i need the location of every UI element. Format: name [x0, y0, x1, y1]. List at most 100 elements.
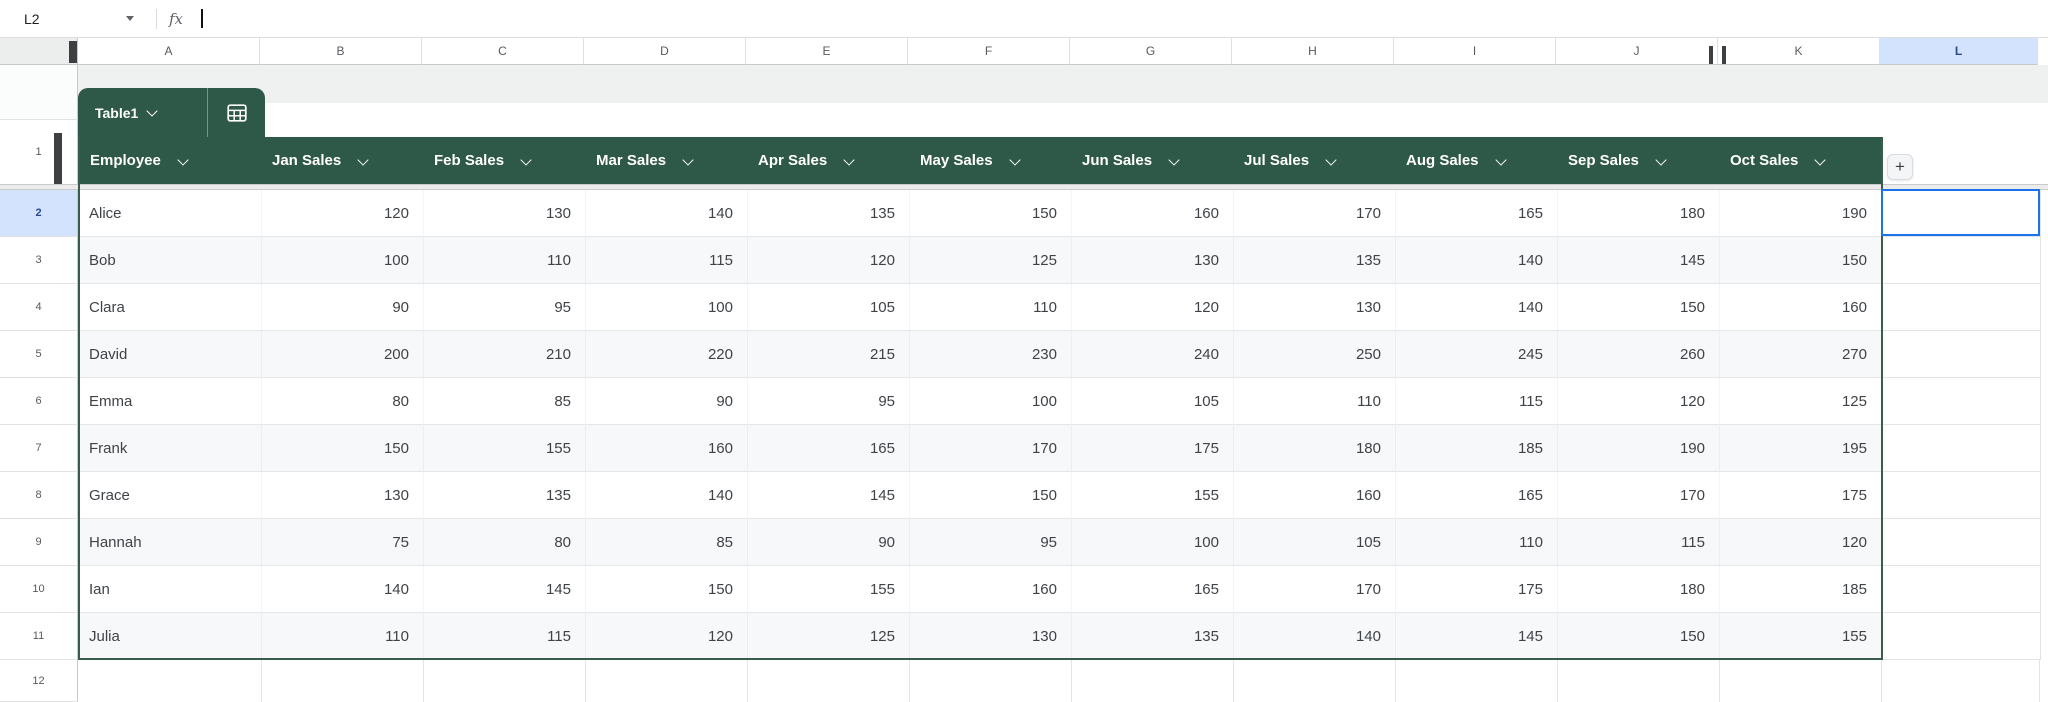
table-name-menu[interactable]: Table1 — [78, 88, 207, 137]
column-header-C[interactable]: C — [422, 38, 584, 65]
cell-aug-sales[interactable]: 140 — [1396, 284, 1558, 331]
column-header-J[interactable]: J — [1556, 38, 1718, 65]
cell-sep-sales[interactable]: 260 — [1558, 331, 1720, 378]
name-box[interactable]: L2 — [0, 0, 140, 37]
row-header-8[interactable]: 8 — [0, 472, 78, 519]
row-header-4[interactable]: 4 — [0, 284, 78, 331]
cell-employee[interactable]: Frank — [78, 425, 262, 472]
column-header-G[interactable]: G — [1070, 38, 1232, 65]
cell-may-sales[interactable]: 125 — [910, 237, 1072, 284]
row-header-3[interactable]: 3 — [0, 237, 78, 284]
cell-L6[interactable] — [1883, 378, 2041, 425]
cell-aug-sales[interactable]: 140 — [1396, 237, 1558, 284]
chevron-down-icon[interactable] — [1008, 153, 1021, 166]
cell-may-sales[interactable]: 160 — [910, 566, 1072, 613]
cell-may-sales[interactable]: 110 — [910, 284, 1072, 331]
chevron-down-icon[interactable] — [1168, 153, 1180, 166]
chevron-down-icon[interactable] — [843, 153, 855, 166]
cell-mar-sales[interactable]: 120 — [586, 613, 748, 660]
cell-apr-sales[interactable]: 90 — [748, 519, 910, 566]
column-header-A[interactable]: A — [78, 38, 260, 65]
cell-feb-sales[interactable]: 110 — [424, 237, 586, 284]
frozen-row-handle[interactable] — [54, 133, 62, 184]
cell-sep-sales[interactable]: 180 — [1558, 190, 1720, 237]
cell-jan-sales[interactable]: 80 — [262, 378, 424, 425]
cell-jul-sales[interactable]: 170 — [1234, 566, 1396, 613]
chevron-down-icon[interactable] — [1325, 153, 1337, 166]
table-column-header-jun-sales[interactable]: Jun Sales — [1072, 137, 1234, 184]
corner-box[interactable] — [0, 38, 78, 65]
cell-jun-sales[interactable]: 135 — [1072, 613, 1234, 660]
cell-row12[interactable] — [78, 660, 262, 702]
row-header-5[interactable]: 5 — [0, 331, 78, 378]
cell-L2[interactable] — [1883, 190, 2041, 237]
cell-may-sales[interactable]: 150 — [910, 472, 1072, 519]
column-header-K[interactable]: K — [1718, 38, 1880, 65]
cell-jan-sales[interactable]: 100 — [262, 237, 424, 284]
add-column-button[interactable]: + — [1887, 154, 1913, 180]
cell-aug-sales[interactable]: 165 — [1396, 190, 1558, 237]
cell-row12[interactable] — [910, 660, 1072, 702]
table-column-header-mar-sales[interactable]: Mar Sales — [586, 137, 748, 184]
cell-may-sales[interactable]: 95 — [910, 519, 1072, 566]
table-name-chip[interactable]: Table1 — [78, 88, 265, 137]
chevron-down-icon[interactable] — [682, 153, 694, 166]
cell-oct-sales[interactable]: 270 — [1720, 331, 1882, 378]
cell-employee[interactable]: Hannah — [78, 519, 262, 566]
cell-sep-sales[interactable]: 145 — [1558, 237, 1720, 284]
cell-feb-sales[interactable]: 155 — [424, 425, 586, 472]
cell-mar-sales[interactable]: 150 — [586, 566, 748, 613]
cell-L9[interactable] — [1883, 519, 2041, 566]
cell-row12[interactable] — [1558, 660, 1720, 702]
cell-oct-sales[interactable]: 155 — [1720, 613, 1882, 660]
cell-apr-sales[interactable]: 95 — [748, 378, 910, 425]
cell-apr-sales[interactable]: 155 — [748, 566, 910, 613]
cell-jun-sales[interactable]: 160 — [1072, 190, 1234, 237]
cell-sep-sales[interactable]: 180 — [1558, 566, 1720, 613]
cell-jul-sales[interactable]: 105 — [1234, 519, 1396, 566]
cell-apr-sales[interactable]: 145 — [748, 472, 910, 519]
cell-jul-sales[interactable]: 110 — [1234, 378, 1396, 425]
row-header-2[interactable]: 2 — [0, 190, 78, 237]
cell-jun-sales[interactable]: 105 — [1072, 378, 1234, 425]
cell-feb-sales[interactable]: 135 — [424, 472, 586, 519]
cell-mar-sales[interactable]: 115 — [586, 237, 748, 284]
cell-mar-sales[interactable]: 100 — [586, 284, 748, 331]
row-header-11[interactable]: 11 — [0, 613, 78, 660]
cell-row12[interactable] — [1720, 660, 1882, 702]
chevron-down-icon[interactable] — [1494, 153, 1507, 166]
cell-L8[interactable] — [1883, 472, 2041, 519]
cell-jul-sales[interactable]: 170 — [1234, 190, 1396, 237]
name-box-dropdown-icon[interactable] — [126, 16, 134, 21]
frozen-column-handle[interactable] — [69, 41, 77, 63]
cell-aug-sales[interactable]: 165 — [1396, 472, 1558, 519]
cell-sep-sales[interactable]: 115 — [1558, 519, 1720, 566]
cell-row12[interactable] — [1072, 660, 1234, 702]
cell-jun-sales[interactable]: 165 — [1072, 566, 1234, 613]
table-column-header-jan-sales[interactable]: Jan Sales — [262, 137, 424, 184]
cell-L10[interactable] — [1883, 566, 2041, 613]
cell-oct-sales[interactable]: 185 — [1720, 566, 1882, 613]
cell-row12[interactable] — [1234, 660, 1396, 702]
cell-jan-sales[interactable]: 75 — [262, 519, 424, 566]
cell-feb-sales[interactable]: 145 — [424, 566, 586, 613]
cell-row12[interactable] — [1882, 660, 2040, 702]
cell-may-sales[interactable]: 230 — [910, 331, 1072, 378]
cell-jul-sales[interactable]: 250 — [1234, 331, 1396, 378]
cell-oct-sales[interactable]: 150 — [1720, 237, 1882, 284]
cell-employee[interactable]: Clara — [78, 284, 262, 331]
cell-jul-sales[interactable]: 135 — [1234, 237, 1396, 284]
cell-apr-sales[interactable]: 120 — [748, 237, 910, 284]
cell-oct-sales[interactable]: 120 — [1720, 519, 1882, 566]
cell-jan-sales[interactable]: 130 — [262, 472, 424, 519]
chevron-down-icon[interactable] — [1655, 153, 1667, 166]
cell-row12[interactable] — [748, 660, 910, 702]
cell-jun-sales[interactable]: 240 — [1072, 331, 1234, 378]
cell-aug-sales[interactable]: 245 — [1396, 331, 1558, 378]
cell-jun-sales[interactable]: 100 — [1072, 519, 1234, 566]
cell-jan-sales[interactable]: 150 — [262, 425, 424, 472]
column-header-E[interactable]: E — [746, 38, 908, 65]
table-column-header-feb-sales[interactable]: Feb Sales — [424, 137, 586, 184]
cell-L4[interactable] — [1883, 284, 2041, 331]
cell-apr-sales[interactable]: 105 — [748, 284, 910, 331]
